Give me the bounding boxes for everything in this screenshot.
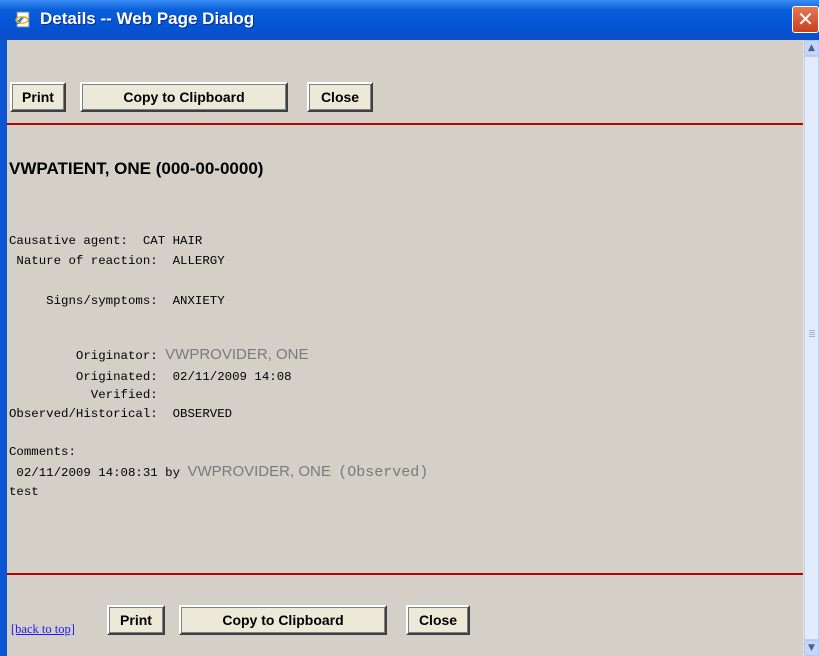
scrollbar-grip bbox=[809, 330, 815, 338]
back-to-top-link[interactable]: [back to top] bbox=[11, 622, 75, 637]
close-icon: ✕ bbox=[797, 7, 814, 31]
originator-value: VWPROVIDER, ONE bbox=[165, 346, 309, 363]
copy-to-clipboard-button-top[interactable]: Copy to Clipboard bbox=[80, 82, 288, 112]
comment-text: test bbox=[9, 485, 39, 499]
divider-top bbox=[7, 123, 803, 125]
causative-agent-value: CAT HAIR bbox=[142, 234, 203, 248]
ie-page-icon bbox=[15, 11, 30, 28]
scroll-down-button[interactable]: ▼ bbox=[804, 640, 819, 656]
signs-symptoms-label: Signs/symptoms: bbox=[9, 294, 158, 308]
observed-historical-value: OBSERVED bbox=[172, 407, 233, 421]
signs-symptoms-value: ANXIETY bbox=[172, 294, 225, 308]
nature-of-reaction-row: Nature of reaction: ALLERGY bbox=[9, 254, 225, 268]
scrollbar-thumb[interactable] bbox=[804, 56, 819, 640]
comment-entry: 02/11/2009 14:08:31 by VWPROVIDER, ONE (… bbox=[9, 463, 429, 481]
originated-row: Originated: 02/11/2009 14:08 bbox=[9, 370, 292, 384]
verified-row: Verified: bbox=[9, 388, 158, 402]
window-close-button[interactable]: ✕ bbox=[792, 6, 819, 33]
originated-label: Originated: bbox=[9, 370, 158, 384]
verified-label: Verified: bbox=[9, 388, 158, 402]
nature-of-reaction-label: Nature of reaction: bbox=[9, 254, 158, 268]
close-button-top[interactable]: Close bbox=[307, 82, 373, 112]
comments-label: Comments: bbox=[9, 445, 76, 459]
observed-historical-label: Observed/Historical: bbox=[9, 407, 158, 421]
comment-timestamp: 02/11/2009 14:08:31 by bbox=[9, 466, 188, 480]
print-button-bottom[interactable]: Print bbox=[107, 605, 165, 635]
divider-bottom bbox=[7, 573, 803, 575]
causative-agent-row: Causative agent: CAT HAIR bbox=[9, 234, 202, 248]
close-button-bottom[interactable]: Close bbox=[406, 605, 470, 635]
title-bar[interactable]: Details -- Web Page Dialog ✕ bbox=[0, 0, 819, 40]
vertical-scrollbar[interactable]: ▲ ▼ bbox=[803, 40, 819, 656]
scroll-up-button[interactable]: ▲ bbox=[804, 40, 819, 56]
originated-value: 02/11/2009 14:08 bbox=[172, 370, 292, 384]
patient-header: VWPATIENT, ONE (000-00-0000) bbox=[9, 159, 264, 178]
copy-to-clipboard-button-bottom[interactable]: Copy to Clipboard bbox=[179, 605, 387, 635]
originator-label: Originator: bbox=[9, 349, 158, 363]
observed-historical-row: Observed/Historical: OBSERVED bbox=[9, 407, 232, 421]
originator-row: Originator: VWPROVIDER, ONE bbox=[9, 346, 309, 363]
dialog-content: Print Copy to Clipboard Close VWPATIENT,… bbox=[7, 40, 803, 656]
window-left-border bbox=[0, 40, 7, 656]
print-button-top[interactable]: Print bbox=[10, 82, 66, 112]
comment-type: (Observed) bbox=[338, 464, 429, 481]
comment-author: VWPROVIDER, ONE bbox=[187, 463, 331, 480]
signs-symptoms-row: Signs/symptoms: ANXIETY bbox=[9, 294, 225, 308]
nature-of-reaction-value: ALLERGY bbox=[172, 254, 225, 268]
causative-agent-label: Causative agent: bbox=[9, 234, 128, 248]
chevron-down-icon: ▼ bbox=[808, 643, 815, 653]
chevron-up-icon: ▲ bbox=[808, 43, 815, 53]
window-title: Details -- Web Page Dialog bbox=[40, 9, 255, 28]
